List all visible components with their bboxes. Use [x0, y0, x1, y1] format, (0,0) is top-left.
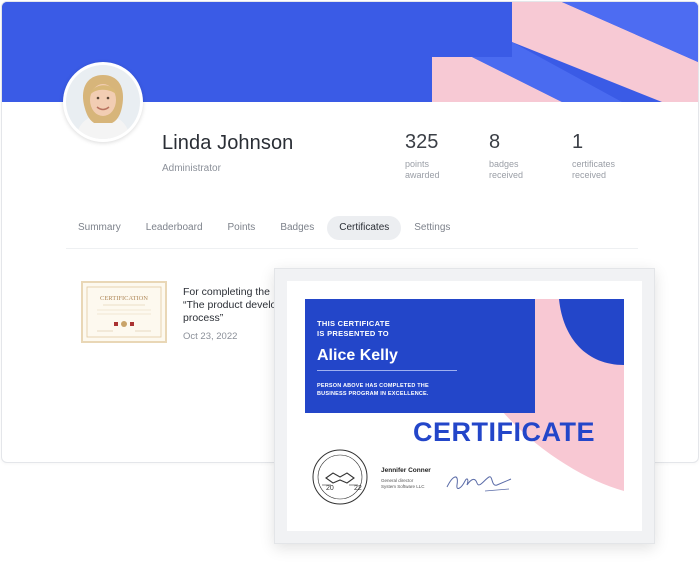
certificate-thumbnail-art: CERTIFICATION	[86, 286, 162, 338]
certificate-recipient: Alice Kelly	[317, 347, 398, 364]
stat-points: 325 points awarded	[405, 130, 465, 181]
tab-summary[interactable]: Summary	[66, 216, 133, 240]
profile-role: Administrator	[162, 163, 221, 174]
profile-name: Linda Johnson	[162, 132, 294, 154]
certificate-signer-name: Jennifer Conner	[381, 467, 431, 474]
tab-points[interactable]: Points	[216, 216, 268, 240]
avatar-photo	[66, 65, 140, 139]
stat-badges-label: badges received	[489, 159, 524, 180]
certificate-title: CERTIFICATE	[413, 417, 595, 447]
stat-badges-value: 8	[489, 131, 501, 153]
stat-badges: 8 badges received	[489, 130, 549, 181]
stat-certificates-label: certificates received	[572, 159, 616, 180]
tabs-divider	[66, 248, 638, 249]
thumb-title: CERTIFICATION	[100, 295, 148, 302]
avatar[interactable]	[63, 62, 143, 142]
stat-points-value: 325	[405, 131, 439, 153]
seal-year-right: 22	[354, 485, 362, 492]
seal-year-left: 20	[326, 485, 334, 492]
certificate-signer-title: General director System Software LLC	[381, 478, 425, 489]
certificate-item-date: Oct 23, 2022	[183, 331, 238, 342]
tab-settings[interactable]: Settings	[402, 216, 462, 240]
tab-certificates[interactable]: Certificates	[327, 216, 402, 240]
certificate-header-block: THIS CERTIFICATE IS PRESENTED TO Alice K…	[305, 299, 535, 413]
certificate-thumbnail[interactable]: CERTIFICATION	[81, 281, 167, 343]
signature-icon	[446, 476, 512, 492]
handshake-seal-icon	[312, 449, 368, 505]
tab-badges[interactable]: Badges	[268, 216, 326, 240]
profile-tabs: Summary Leaderboard Points Badges Certif…	[66, 215, 463, 241]
certificate-description: PERSON ABOVE HAS COMPLETED THE BUSINESS …	[317, 383, 429, 397]
stat-certificates: 1 certificates received	[572, 130, 632, 181]
certificate-preview: THIS CERTIFICATE IS PRESENTED TO Alice K…	[274, 268, 655, 544]
tab-leaderboard[interactable]: Leaderboard	[134, 216, 215, 240]
stat-certificates-value: 1	[572, 131, 584, 153]
certificate-recipient-underline	[317, 370, 457, 371]
stat-points-label: points awarded	[405, 159, 440, 180]
certificate-presented-line: THIS CERTIFICATE IS PRESENTED TO	[317, 319, 390, 338]
certificate-paper: THIS CERTIFICATE IS PRESENTED TO Alice K…	[287, 281, 642, 531]
